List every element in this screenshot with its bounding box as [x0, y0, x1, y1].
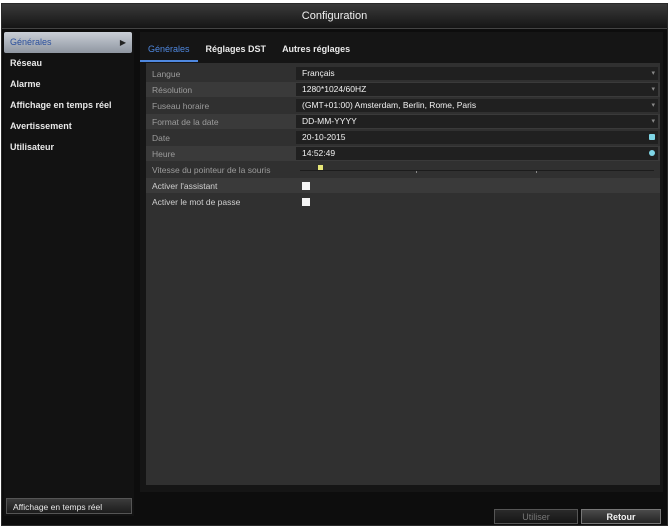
setting-label: Vitesse du pointeur de la souris [152, 164, 271, 175]
setting-row-fuseau: Fuseau horaire (GMT+01:00) Amsterdam, Be… [146, 98, 660, 113]
assistant-checkbox[interactable] [302, 181, 310, 190]
password-checkbox[interactable] [302, 197, 310, 206]
setting-label: Résolution [152, 84, 193, 95]
slider-track[interactable] [300, 170, 654, 171]
sidebar-item-utilisateur[interactable]: Utilisateur [4, 137, 134, 158]
time-field[interactable]: 14:52:49 [296, 147, 658, 160]
back-button[interactable]: Retour [581, 509, 661, 524]
setting-label: Fuseau horaire [152, 100, 210, 111]
date-field[interactable]: 20-10-2015 [296, 131, 658, 144]
dropdown-arrow-icon: ▾ [651, 70, 655, 77]
mouse-speed-slider[interactable] [296, 163, 658, 176]
setting-row-format-date: Format de la date DD-MM-YYYY ▾ [146, 114, 660, 129]
time-value: 14:52:49 [302, 148, 336, 158]
slider-tick [536, 171, 537, 173]
setting-row-assistant: Activer l'assistant [146, 178, 660, 193]
setting-row-resolution: Résolution 1280*1024/60HZ ▾ [146, 82, 660, 97]
configuration-window: Configuration Générales ▶ Réseau Alarme … [1, 3, 668, 526]
setting-row-heure: Heure 14:52:49 [146, 146, 660, 161]
sidebar-item-reseau[interactable]: Réseau [4, 53, 134, 74]
setting-label: Activer le mot de passe [152, 196, 241, 207]
title-bar: Configuration [2, 4, 667, 29]
tab-reglages-dst[interactable]: Réglages DST [198, 42, 275, 60]
resolution-select[interactable]: 1280*1024/60HZ ▾ [296, 83, 658, 96]
resolution-value: 1280*1024/60HZ [302, 84, 367, 94]
language-value: Français [302, 68, 335, 78]
live-view-button[interactable]: Affichage en temps réel [6, 498, 132, 514]
setting-row-mot-de-passe: Activer le mot de passe [146, 194, 660, 209]
clock-icon[interactable] [649, 150, 655, 156]
main-panel: Générales Réglages DST Autres réglages L… [140, 32, 663, 492]
sidebar-item-alarme[interactable]: Alarme [4, 74, 134, 95]
sidebar-item-generales[interactable]: Générales ▶ [4, 32, 132, 53]
setting-label: Date [152, 132, 170, 143]
setting-label: Format de la date [152, 116, 219, 127]
sidebar: Générales ▶ Réseau Alarme Affichage en t… [4, 32, 134, 516]
dropdown-arrow-icon: ▾ [651, 86, 655, 93]
calendar-icon[interactable] [649, 134, 655, 140]
setting-label: Activer l'assistant [152, 180, 218, 191]
apply-button[interactable]: Utiliser [494, 509, 578, 524]
slider-tick [416, 171, 417, 173]
dropdown-arrow-icon: ▾ [651, 102, 655, 109]
chevron-right-icon: ▶ [119, 38, 126, 47]
sidebar-item-affichage[interactable]: Affichage en temps réel [4, 95, 134, 116]
language-select[interactable]: Français ▾ [296, 67, 658, 80]
sidebar-item-label: Affichage en temps réel [10, 100, 112, 110]
sidebar-item-label: Alarme [10, 79, 41, 89]
tab-generales[interactable]: Générales [140, 42, 198, 62]
date-format-value: DD-MM-YYYY [302, 116, 357, 126]
timezone-value: (GMT+01:00) Amsterdam, Berlin, Rome, Par… [302, 100, 477, 110]
setting-row-vitesse: Vitesse du pointeur de la souris [146, 162, 660, 177]
setting-label: Langue [152, 68, 181, 79]
setting-label: Heure [152, 148, 176, 159]
setting-row-date: Date 20-10-2015 [146, 130, 660, 145]
sidebar-item-label: Utilisateur [10, 142, 55, 152]
window-title: Configuration [301, 10, 368, 22]
slider-handle[interactable] [317, 165, 323, 170]
sidebar-item-label: Générales [10, 37, 52, 47]
setting-row-langue: Langue Français ▾ [146, 66, 660, 81]
dropdown-arrow-icon: ▾ [651, 118, 655, 125]
date-value: 20-10-2015 [302, 132, 346, 142]
sidebar-item-label: Réseau [10, 58, 43, 68]
sidebar-item-avertissement[interactable]: Avertissement [4, 116, 134, 137]
tab-bar: Générales Réglages DST Autres réglages [140, 42, 358, 62]
sidebar-item-label: Avertissement [10, 121, 72, 131]
date-format-select[interactable]: DD-MM-YYYY ▾ [296, 115, 658, 128]
tab-autres-reglages[interactable]: Autres réglages [274, 42, 358, 60]
settings-panel: Langue Français ▾ Résolution 1280*1024/6… [146, 63, 660, 485]
timezone-select[interactable]: (GMT+01:00) Amsterdam, Berlin, Rome, Par… [296, 99, 658, 112]
